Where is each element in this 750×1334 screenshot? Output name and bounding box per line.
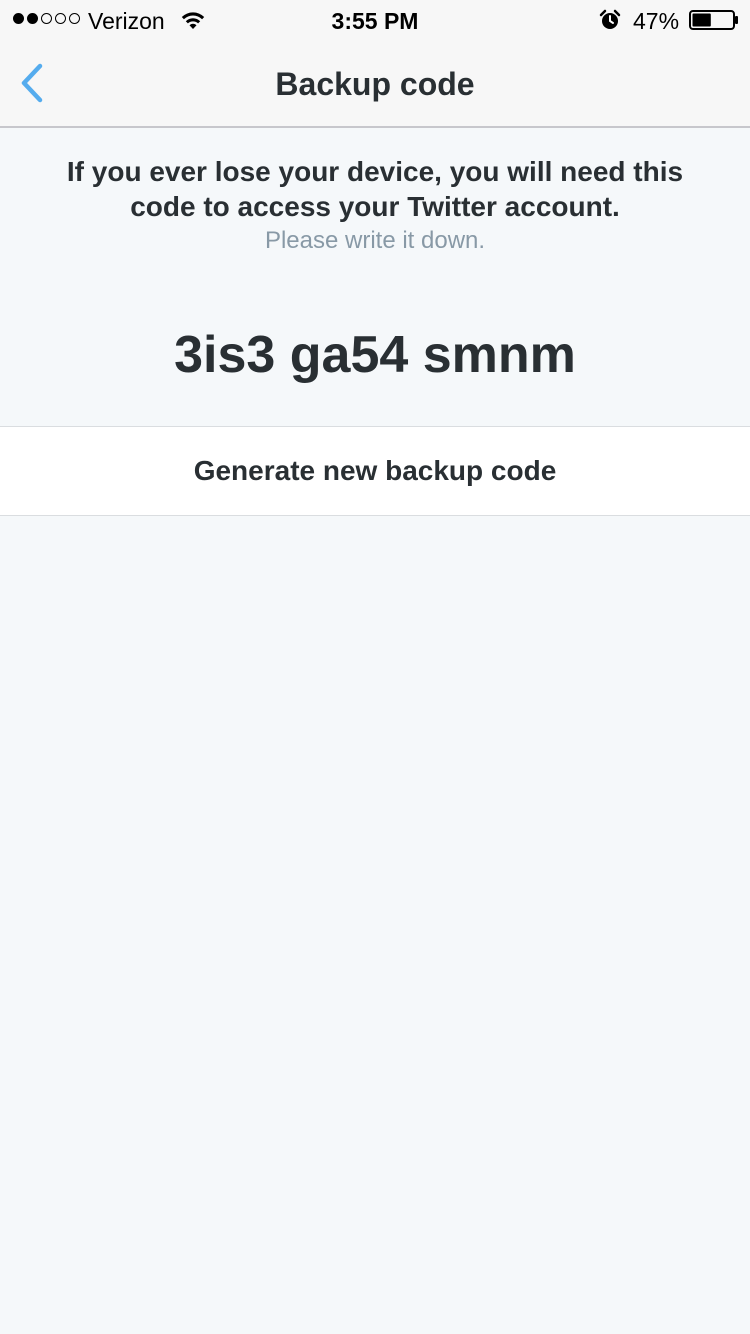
explanation-line-1: If you ever lose your device, you will n…	[66, 156, 684, 187]
navigation-bar: Verizon 3:55 PM 47% Backup code	[0, 0, 750, 128]
page-title: Backup code	[275, 66, 475, 102]
backup-code-explanation: If you ever lose your device, you will n…	[30, 154, 720, 224]
alarm-clock-icon	[599, 9, 621, 29]
generate-button-label: Generate new backup code	[193, 455, 557, 486]
status-bar: Verizon 3:55 PM 47%	[0, 0, 750, 40]
battery-icon	[689, 10, 738, 30]
battery-percentage: 47%	[633, 8, 680, 34]
explanation-line-2: code to access your Twitter account.	[130, 191, 620, 222]
write-down-hint: Please write it down.	[264, 227, 486, 254]
generate-new-backup-code-button[interactable]: Generate new backup code	[0, 426, 750, 516]
backup-code-value: 3is3 ga54 smnm	[174, 326, 576, 384]
